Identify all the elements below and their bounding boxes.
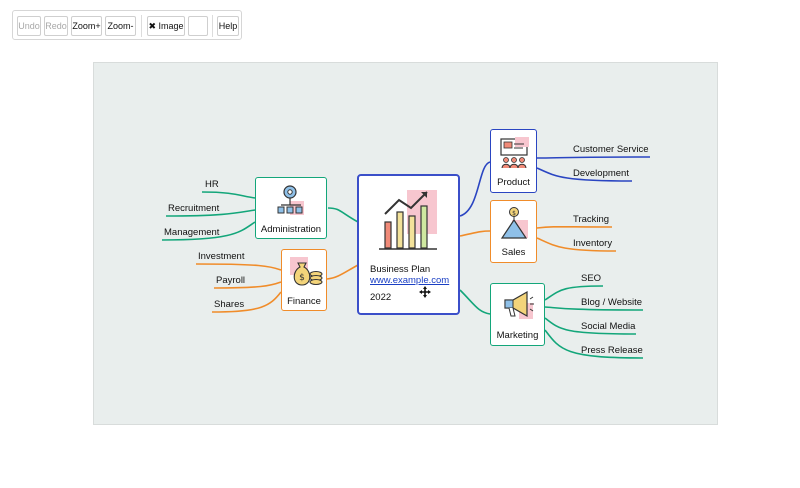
- leaf-inventory[interactable]: Inventory: [573, 238, 612, 249]
- move-cursor-icon: [419, 286, 431, 298]
- branch-finance-label: Finance: [287, 296, 321, 307]
- branch-product[interactable]: Product: [490, 129, 537, 193]
- central-title: Business Plan: [370, 264, 431, 275]
- pyramid-target-icon: $: [500, 207, 528, 239]
- central-link[interactable]: www.example.com: [370, 275, 449, 286]
- leaf-social-media[interactable]: Social Media: [581, 321, 635, 332]
- leaf-payroll[interactable]: Payroll: [216, 275, 245, 286]
- svg-text:$: $: [299, 273, 305, 283]
- branch-finance[interactable]: $ Finance: [281, 249, 327, 311]
- branch-administration-label: Administration: [260, 224, 322, 235]
- central-year: 2022: [370, 292, 392, 303]
- branch-product-label: Product: [497, 177, 530, 188]
- branch-marketing-label: Marketing: [496, 330, 539, 341]
- leaf-development[interactable]: Development: [573, 168, 629, 179]
- branch-marketing[interactable]: Marketing: [490, 283, 545, 346]
- leaf-press-release[interactable]: Press Release: [581, 345, 643, 356]
- branch-administration[interactable]: Administration: [255, 177, 327, 239]
- svg-text:$: $: [512, 210, 516, 217]
- leaf-management[interactable]: Management: [164, 227, 219, 238]
- branch-sales[interactable]: $ Sales: [490, 200, 537, 263]
- leaf-recruitment[interactable]: Recruitment: [168, 203, 219, 214]
- presentation-icon: [500, 137, 529, 169]
- org-gear-icon: [277, 185, 304, 215]
- leaf-hr[interactable]: HR: [205, 179, 219, 190]
- money-bag-icon: $: [290, 257, 323, 286]
- megaphone-icon: [504, 290, 534, 319]
- leaf-blog-website[interactable]: Blog / Website: [581, 297, 642, 308]
- branch-sales-label: Sales: [501, 247, 526, 258]
- leaf-customer-service[interactable]: Customer Service: [573, 144, 649, 155]
- central-node[interactable]: Business Plan www.example.com 2022: [357, 174, 460, 315]
- leaf-seo[interactable]: SEO: [581, 273, 601, 284]
- leaf-shares[interactable]: Shares: [214, 299, 244, 310]
- growth-chart-icon: [379, 190, 437, 250]
- leaf-investment[interactable]: Investment: [198, 251, 244, 262]
- leaf-tracking[interactable]: Tracking: [573, 214, 609, 225]
